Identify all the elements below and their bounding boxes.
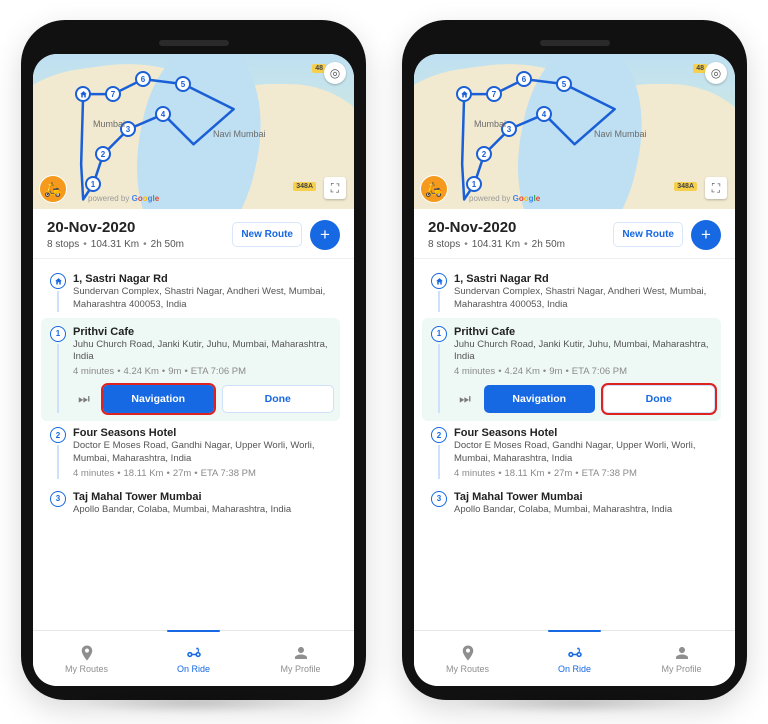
- map-pin-1[interactable]: 1: [85, 176, 101, 192]
- avatar-badge[interactable]: 🛵: [420, 175, 448, 203]
- app-screen: 7654321 Mumbai Navi Mumbai 48 348A 🛵 pow…: [414, 54, 735, 686]
- stop-eta: 4 minutes18.11 Km27mETA 7:38 PM: [454, 468, 721, 479]
- route-meta: 8 stops104.31 Km2h 50m: [47, 239, 232, 250]
- stop-item[interactable]: 2 Four Seasons Hotel Doctor E Moses Road…: [47, 421, 340, 485]
- map-pin-7[interactable]: 7: [486, 86, 502, 102]
- route-date: 20-Nov-2020: [428, 219, 613, 236]
- map-pin-7[interactable]: 7: [105, 86, 121, 102]
- stop-address: Juhu Church Road, Janki Kutir, Juhu, Mum…: [454, 339, 715, 365]
- stop-item[interactable]: 3 Taj Mahal Tower Mumbai Apollo Bandar, …: [47, 485, 340, 523]
- new-route-button[interactable]: New Route: [232, 222, 302, 247]
- stop-address: Apollo Bandar, Colaba, Mumbai, Maharasht…: [73, 504, 340, 517]
- map-pin-5[interactable]: 5: [556, 76, 572, 92]
- stop-item[interactable]: 1, Sastri Nagar Rd Sundervan Complex, Sh…: [47, 267, 340, 318]
- stop-item[interactable]: 1, Sastri Nagar Rd Sundervan Complex, Sh…: [428, 267, 721, 318]
- stop-item[interactable]: 2 Four Seasons Hotel Doctor E Moses Road…: [428, 421, 721, 485]
- done-button[interactable]: Done: [222, 385, 335, 413]
- nav-my-routes[interactable]: My Routes: [414, 631, 521, 686]
- nav-on-ride[interactable]: On Ride: [521, 631, 628, 686]
- nav-my-profile[interactable]: My Profile: [247, 631, 354, 686]
- map-view[interactable]: 7654321 Mumbai Navi Mumbai 48 348A 🛵 pow…: [33, 54, 354, 209]
- map-pin-1[interactable]: 1: [466, 176, 482, 192]
- map-view[interactable]: 7654321 Mumbai Navi Mumbai 48 348A 🛵 pow…: [414, 54, 735, 209]
- map-pin-6[interactable]: 6: [516, 71, 532, 87]
- stop-title: 1, Sastri Nagar Rd: [73, 273, 340, 285]
- stop-title: Taj Mahal Tower Mumbai: [73, 491, 340, 503]
- road-shield: 348A: [293, 182, 316, 191]
- stop-title: Four Seasons Hotel: [73, 427, 340, 439]
- map-pin-4[interactable]: 4: [536, 106, 552, 122]
- map-label-navi: Navi Mumbai: [594, 129, 647, 139]
- stop-title: Taj Mahal Tower Mumbai: [454, 491, 721, 503]
- nav-my-routes[interactable]: My Routes: [33, 631, 140, 686]
- stop-title: Prithvi Cafe: [454, 326, 715, 338]
- stop-title: Four Seasons Hotel: [454, 427, 721, 439]
- map-attribution: powered by Google: [88, 194, 159, 203]
- map-label-navi: Navi Mumbai: [213, 129, 266, 139]
- stop-address: Juhu Church Road, Janki Kutir, Juhu, Mum…: [73, 339, 334, 365]
- stop-marker-icon: 1: [431, 326, 447, 342]
- stop-address: Sundervan Complex, Shastri Nagar, Andher…: [73, 286, 340, 312]
- skip-icon[interactable]: ⏭: [454, 386, 476, 412]
- locate-button[interactable]: ◎: [705, 62, 727, 84]
- stop-marker-icon: 3: [431, 491, 447, 507]
- map-pin-2[interactable]: 2: [95, 146, 111, 162]
- bottom-nav: My Routes On Ride My Profile: [414, 630, 735, 686]
- locate-button[interactable]: ◎: [324, 62, 346, 84]
- stop-item[interactable]: 1 Prithvi Cafe Juhu Church Road, Janki K…: [41, 318, 340, 422]
- map-pin-2[interactable]: 2: [476, 146, 492, 162]
- road-shield: 348A: [674, 182, 697, 191]
- route-date: 20-Nov-2020: [47, 219, 232, 236]
- fullscreen-button[interactable]: ⛶: [705, 177, 727, 199]
- stop-marker-icon: 2: [431, 427, 447, 443]
- stops-list: 1, Sastri Nagar Rd Sundervan Complex, Sh…: [414, 259, 735, 630]
- phone-frame: 7654321 Mumbai Navi Mumbai 48 348A 🛵 pow…: [402, 20, 747, 700]
- nav-my-profile[interactable]: My Profile: [628, 631, 735, 686]
- route-header: 20-Nov-2020 8 stops104.31 Km2h 50m New R…: [33, 209, 354, 259]
- stop-marker-icon: 3: [50, 491, 66, 507]
- stop-item[interactable]: 3 Taj Mahal Tower Mumbai Apollo Bandar, …: [428, 485, 721, 523]
- map-label-mumbai: Mumbai: [93, 119, 125, 129]
- stop-eta: 4 minutes4.24 Km9mETA 7:06 PM: [73, 366, 334, 377]
- nav-on-ride[interactable]: On Ride: [140, 631, 247, 686]
- route-header: 20-Nov-2020 8 stops104.31 Km2h 50m New R…: [414, 209, 735, 259]
- navigation-button[interactable]: Navigation: [103, 385, 214, 413]
- stop-marker-icon: [50, 273, 66, 289]
- stop-address: Sundervan Complex, Shastri Nagar, Andher…: [454, 286, 721, 312]
- map-pin-home[interactable]: [75, 86, 91, 102]
- route-meta: 8 stops104.31 Km2h 50m: [428, 239, 613, 250]
- fullscreen-button[interactable]: ⛶: [324, 177, 346, 199]
- add-button[interactable]: +: [310, 220, 340, 250]
- avatar-badge[interactable]: 🛵: [39, 175, 67, 203]
- map-pin-home[interactable]: [456, 86, 472, 102]
- skip-icon[interactable]: ⏭: [73, 386, 95, 412]
- stop-marker-icon: 2: [50, 427, 66, 443]
- stop-marker-icon: [431, 273, 447, 289]
- navigation-button[interactable]: Navigation: [484, 385, 595, 413]
- new-route-button[interactable]: New Route: [613, 222, 683, 247]
- stop-address: Doctor E Moses Road, Gandhi Nagar, Upper…: [73, 440, 340, 466]
- map-attribution: powered by Google: [469, 194, 540, 203]
- stop-marker-icon: 1: [50, 326, 66, 342]
- map-pin-4[interactable]: 4: [155, 106, 171, 122]
- stops-list: 1, Sastri Nagar Rd Sundervan Complex, Sh…: [33, 259, 354, 630]
- add-button[interactable]: +: [691, 220, 721, 250]
- stop-address: Doctor E Moses Road, Gandhi Nagar, Upper…: [454, 440, 721, 466]
- stop-eta: 4 minutes18.11 Km27mETA 7:38 PM: [73, 468, 340, 479]
- app-screen: 7654321 Mumbai Navi Mumbai 48 348A 🛵 pow…: [33, 54, 354, 686]
- map-pin-5[interactable]: 5: [175, 76, 191, 92]
- stop-address: Apollo Bandar, Colaba, Mumbai, Maharasht…: [454, 504, 721, 517]
- bottom-nav: My Routes On Ride My Profile: [33, 630, 354, 686]
- stop-title: 1, Sastri Nagar Rd: [454, 273, 721, 285]
- stop-item[interactable]: 1 Prithvi Cafe Juhu Church Road, Janki K…: [422, 318, 721, 422]
- map-label-mumbai: Mumbai: [474, 119, 506, 129]
- stop-eta: 4 minutes4.24 Km9mETA 7:06 PM: [454, 366, 715, 377]
- done-button[interactable]: Done: [603, 385, 716, 413]
- map-pin-6[interactable]: 6: [135, 71, 151, 87]
- phone-frame: 7654321 Mumbai Navi Mumbai 48 348A 🛵 pow…: [21, 20, 366, 700]
- stop-title: Prithvi Cafe: [73, 326, 334, 338]
